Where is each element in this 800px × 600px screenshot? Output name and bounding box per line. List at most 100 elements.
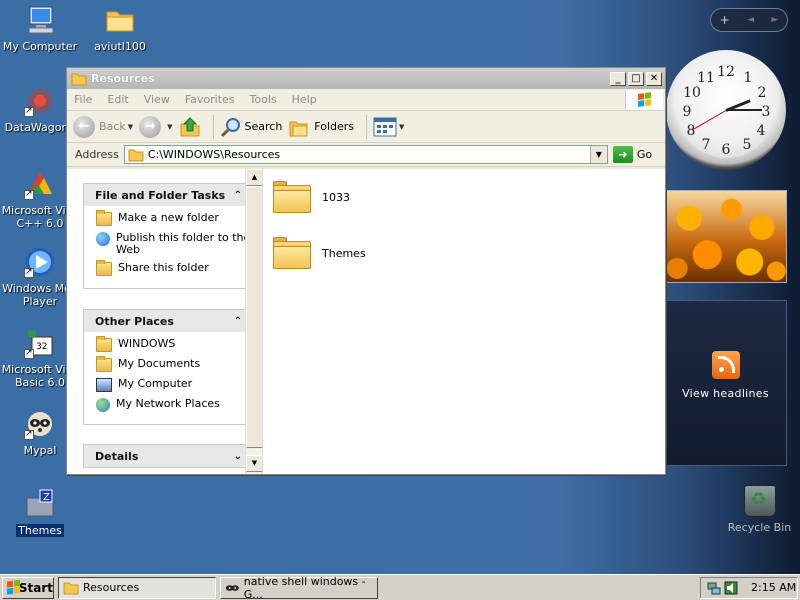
go-arrow-icon: ➜	[612, 146, 633, 163]
views-icon	[373, 117, 397, 136]
add-gadget-button[interactable]: +	[720, 13, 730, 27]
folders-icon	[289, 121, 308, 136]
address-dropdown-button[interactable]: ▼	[589, 146, 607, 163]
desktop-icon-recycle-bin[interactable]: Recycle Bin	[722, 485, 797, 534]
address-label: Address	[75, 148, 119, 161]
go-button[interactable]: ➜ Go	[612, 146, 653, 163]
volume-tray-icon[interactable]	[724, 581, 738, 595]
folders-button[interactable]: Folders	[288, 116, 354, 138]
back-button[interactable]: ← Back ▼	[73, 115, 134, 138]
place-label: My Documents	[118, 357, 201, 370]
clock-number: 7	[701, 137, 711, 153]
folder-icon	[106, 11, 134, 32]
menu-help[interactable]: Help	[292, 93, 317, 106]
scroll-thumb[interactable]	[246, 186, 263, 448]
feed-headlines-gadget[interactable]: View headlines	[664, 300, 787, 466]
start-label: Start	[18, 580, 53, 595]
place-windows[interactable]: WINDOWS	[96, 336, 252, 352]
go-label: Go	[636, 148, 653, 161]
clock-minute-hand	[726, 109, 762, 111]
mypal-icon	[225, 584, 239, 591]
slideshow-gadget[interactable]	[664, 190, 787, 283]
network-tray-icon[interactable]	[707, 581, 721, 595]
scroll-up-button[interactable]: ▲	[246, 169, 263, 186]
clock-number: 6	[721, 142, 731, 158]
close-button[interactable]: ✕	[646, 71, 662, 86]
recycle-bin-label: Recycle Bin	[727, 521, 792, 534]
svg-text:32: 32	[36, 342, 47, 352]
task-make-new-folder[interactable]: Make a new folder	[96, 210, 252, 226]
clock-number: 10	[683, 85, 701, 101]
forward-button[interactable]: → ▼	[139, 115, 173, 138]
chevron-down-icon: ▼	[127, 122, 134, 131]
up-folder-button[interactable]	[179, 116, 201, 138]
scroll-down-button[interactable]: ▼	[246, 455, 263, 472]
menu-view[interactable]: View	[144, 93, 170, 106]
system-tray: 2:15 AM	[700, 576, 798, 599]
file-item-themes[interactable]: Themes	[273, 237, 366, 269]
file-folder-tasks-panel: File and Folder Tasks ⌃ Make a new folde…	[83, 183, 253, 289]
taskbar-item-resources[interactable]: Resources	[58, 576, 216, 599]
task-label: Make a new folder	[118, 211, 219, 224]
desktop-icon-label: aviutl100	[94, 40, 146, 53]
place-my-documents[interactable]: My Documents	[96, 356, 252, 372]
task-share-folder[interactable]: Share this folder	[96, 260, 252, 276]
new-folder-icon	[96, 210, 112, 226]
panel-title: Details	[95, 449, 139, 463]
recycle-bin-icon	[743, 485, 776, 517]
task-label: Publish this folder to the Web	[116, 231, 251, 256]
address-input[interactable]: C:\WINDOWS\Resources ▼	[123, 145, 608, 164]
next-gadget-button[interactable]: ►	[771, 15, 778, 25]
prev-gadget-button[interactable]: ◄	[747, 15, 754, 25]
menu-tools[interactable]: Tools	[250, 93, 277, 106]
task-publish-to-web[interactable]: Publish this folder to the Web	[96, 232, 252, 256]
desktop-icon-label: DataWagon..	[4, 121, 76, 134]
other-places-header[interactable]: Other Places ⌃	[84, 310, 252, 332]
clock-number: 1	[743, 70, 753, 86]
menu-bar: File Edit View Favorites Tools Help	[67, 89, 665, 111]
desktop-icon-label: Mypal	[23, 444, 57, 457]
panel-title: Other Places	[95, 314, 174, 328]
start-button[interactable]: Start	[2, 576, 54, 599]
svg-text:Z: Z	[43, 492, 50, 503]
up-folder-icon	[180, 116, 199, 136]
file-item-1033[interactable]: 1033	[273, 181, 350, 213]
file-folder-tasks-header[interactable]: File and Folder Tasks ⌃	[84, 184, 252, 206]
folder-icon	[71, 73, 87, 85]
search-button[interactable]: Search	[220, 116, 282, 138]
clock-gadget[interactable]: 12 1 2 3 4 5 6 7 8 9 10 11	[666, 50, 786, 170]
menu-edit[interactable]: Edit	[107, 93, 128, 106]
minimize-button[interactable]: _	[610, 71, 626, 86]
place-my-network-places[interactable]: My Network Places	[96, 398, 252, 412]
clock-number: 3	[761, 104, 771, 120]
clock-time[interactable]: 2:15 AM	[751, 581, 796, 594]
menu-file[interactable]: File	[74, 93, 92, 106]
toolbar-separator	[212, 114, 214, 139]
address-value: C:\WINDOWS\Resources	[147, 148, 281, 161]
task-pane-scrollbar[interactable]: ▲ ▼	[245, 169, 263, 474]
toolbar: ← Back ▼ → ▼ Search Folders ▼	[67, 111, 665, 143]
back-arrow-icon: ←	[73, 115, 95, 138]
menu-favorites[interactable]: Favorites	[185, 93, 235, 106]
clock-number: 4	[756, 123, 766, 139]
clock-face: 12 1 2 3 4 5 6 7 8 9 10 11	[678, 62, 774, 158]
back-label: Back	[99, 120, 126, 133]
desktop-icon-my-computer[interactable]: My Computer	[0, 4, 80, 53]
maximize-button[interactable]: □	[628, 71, 644, 86]
details-header[interactable]: Details ⌄	[84, 445, 252, 467]
desktop-icon-label: Themes	[16, 524, 64, 537]
views-button[interactable]: ▼	[373, 117, 404, 137]
task-label: Share this folder	[118, 261, 209, 274]
title-bar[interactable]: Resources _ □ ✕	[67, 68, 665, 89]
share-folder-icon	[96, 260, 112, 276]
network-icon	[96, 398, 110, 412]
desktop-icon-aviutl100[interactable]: aviutl100	[80, 4, 160, 53]
clock-number: 9	[682, 104, 692, 120]
sidebar-controls: + ◄ ►	[710, 8, 788, 32]
taskbar-item-browser[interactable]: native shell windows - G...	[220, 575, 378, 600]
place-my-computer[interactable]: My Computer	[96, 378, 252, 392]
shortcut-arrow-icon	[24, 266, 34, 279]
taskbar: Start Resources native shell windows - G…	[0, 574, 800, 600]
desktop-icon-themes[interactable]: Z Themes	[0, 488, 80, 537]
chevron-up-icon: ⌃	[233, 315, 242, 327]
